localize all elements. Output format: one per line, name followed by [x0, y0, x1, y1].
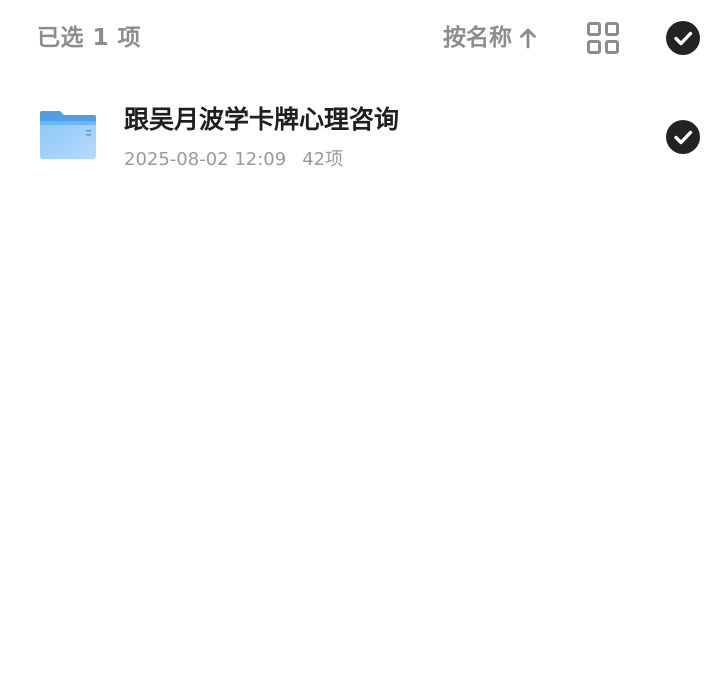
file-date: 2025-08-02 12:09 — [124, 149, 287, 170]
selection-toolbar: 已选 1 项 按名称 — [0, 0, 714, 78]
grid-view-icon[interactable] — [586, 21, 620, 55]
file-meta: 2025-08-02 12:09 42项 — [124, 147, 343, 173]
sort-by-name-button[interactable]: 按名称 — [443, 22, 538, 54]
selected-count-label: 已选 1 项 — [37, 25, 142, 51]
check-circle-icon — [674, 31, 693, 46]
file-item-count: 42项 — [302, 149, 344, 170]
file-name: 跟吴月波学卡牌心理咨询 — [124, 105, 400, 134]
file-list-item[interactable]: 跟吴月波学卡牌心理咨询 2025-08-02 12:09 42项 — [0, 95, 714, 183]
check-circle-icon — [674, 130, 693, 145]
arrow-up-icon — [520, 28, 536, 49]
folder-icon — [40, 111, 96, 159]
file-select-check[interactable] — [666, 120, 700, 154]
select-all-check[interactable] — [666, 21, 700, 55]
sort-label: 按名称 — [443, 25, 512, 51]
